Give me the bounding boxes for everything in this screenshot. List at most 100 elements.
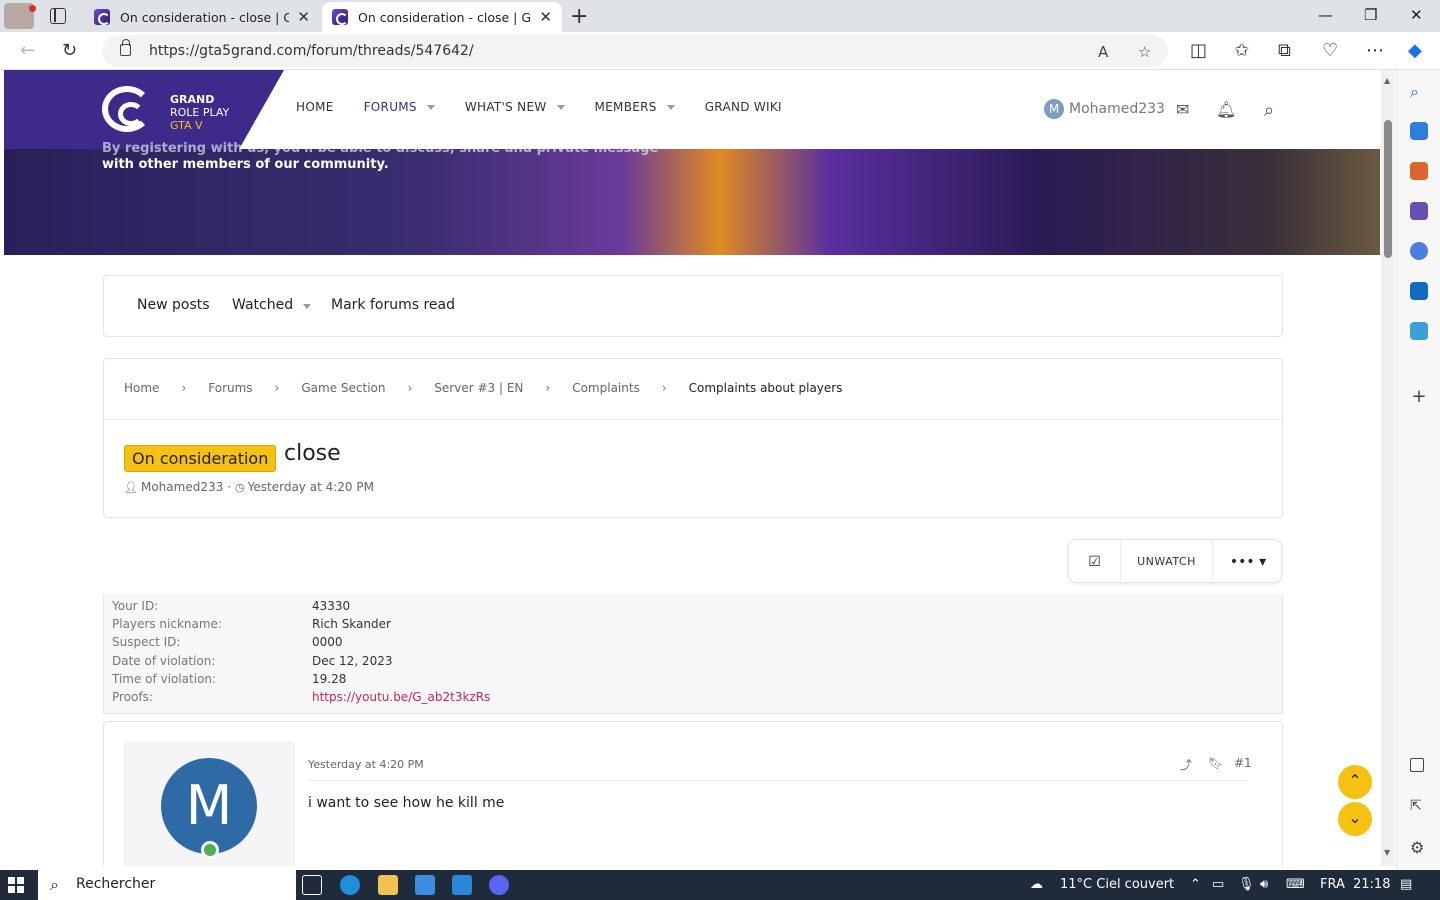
bookmark-icon[interactable]: 🔖︎ bbox=[1208, 756, 1223, 770]
send-icon[interactable] bbox=[1410, 322, 1428, 340]
post-date[interactable]: Yesterday at 4:20 PM bbox=[308, 758, 424, 771]
scroll-down-arrow-icon[interactable]: ▼ bbox=[1384, 848, 1390, 857]
nav-grand-wiki[interactable]: GRAND WIKI bbox=[705, 100, 782, 114]
proof-link[interactable]: https://youtu.be/G_ab2t3kzRs bbox=[312, 690, 712, 704]
nav-forums[interactable]: FORUMS bbox=[364, 100, 435, 114]
copilot-icon[interactable]: ◆ bbox=[1408, 40, 1422, 61]
microsoft-365-icon[interactable] bbox=[1410, 242, 1428, 260]
add-icon[interactable]: + bbox=[1410, 386, 1428, 407]
task-view-icon[interactable] bbox=[302, 875, 322, 895]
minimize-icon[interactable]: — bbox=[1318, 6, 1333, 24]
refresh-icon[interactable]: ↻ bbox=[62, 40, 77, 61]
nav-home[interactable]: HOME bbox=[296, 100, 334, 114]
chevron-down-icon[interactable] bbox=[666, 104, 675, 110]
weather-text[interactable]: 11°C Ciel couvert bbox=[1060, 877, 1174, 892]
profile-avatar[interactable] bbox=[4, 3, 36, 29]
nav-whats-new[interactable]: WHAT'S NEW bbox=[465, 100, 565, 114]
url-text[interactable]: https://gta5grand.com/forum/threads/5476… bbox=[149, 43, 474, 59]
mark-forums-read-link[interactable]: Mark forums read bbox=[331, 297, 455, 313]
search-icon[interactable]: ⌕ bbox=[1410, 82, 1428, 101]
new-tab-icon[interactable]: + bbox=[570, 4, 588, 29]
browser-tab[interactable]: On consideration - close | Grand ✕ bbox=[84, 2, 320, 32]
thread-author[interactable]: Mohamed233 bbox=[141, 480, 223, 494]
user-menu[interactable]: M Mohamed233 bbox=[1044, 99, 1165, 119]
breadcrumb-game-section[interactable]: Game Section bbox=[301, 381, 385, 395]
taskbar-search[interactable]: ⌕ Rechercher bbox=[38, 870, 296, 900]
nav-members[interactable]: MEMBERS bbox=[595, 100, 675, 114]
edge-icon[interactable] bbox=[340, 875, 360, 895]
breadcrumb-home[interactable]: Home bbox=[124, 381, 159, 395]
back-icon[interactable]: ← bbox=[20, 40, 35, 61]
favorites-icon[interactable]: ✩ bbox=[1234, 40, 1249, 61]
notifications-icon[interactable]: ▤ bbox=[1400, 877, 1412, 892]
avatar[interactable]: M bbox=[161, 758, 257, 854]
collections-icon[interactable]: ⧉ bbox=[1278, 40, 1291, 61]
clock[interactable]: 21:18 bbox=[1353, 877, 1390, 892]
scroll-top-button[interactable]: ⌃ bbox=[1338, 765, 1372, 799]
status-badge[interactable]: On consideration bbox=[124, 445, 277, 472]
nav-label: GRAND WIKI bbox=[704, 100, 782, 114]
tab-title: On consideration - close | Grand bbox=[120, 9, 290, 25]
field-value: 0000 bbox=[312, 635, 343, 649]
checkbox-icon[interactable]: ☑ bbox=[1069, 540, 1121, 584]
browser-essentials-icon[interactable]: ♡ bbox=[1322, 40, 1338, 61]
lock-icon[interactable] bbox=[120, 39, 131, 56]
games-icon[interactable] bbox=[1410, 202, 1428, 220]
chevron-down-icon[interactable] bbox=[303, 304, 312, 309]
close-tab-icon[interactable]: ✕ bbox=[297, 8, 310, 26]
scroll-up-arrow-icon[interactable]: ▲ bbox=[1384, 76, 1390, 85]
divider bbox=[104, 419, 1282, 420]
close-window-icon[interactable]: ✕ bbox=[1410, 6, 1423, 24]
page-scrollbar[interactable]: ▲ ▼ bbox=[1381, 70, 1395, 866]
chevron-down-icon[interactable] bbox=[426, 104, 435, 110]
outlook-icon[interactable] bbox=[1410, 282, 1428, 300]
new-posts-link[interactable]: New posts bbox=[137, 297, 210, 313]
more-options-icon[interactable]: ••• ▾ bbox=[1213, 540, 1283, 584]
post-number[interactable]: #1 bbox=[1234, 756, 1252, 770]
shopping-tag-icon[interactable] bbox=[1410, 122, 1428, 140]
field-value: 43330 bbox=[312, 599, 351, 613]
discord-icon[interactable] bbox=[489, 875, 509, 895]
logo-text[interactable]: GRAND ROLE PLAY GTA V bbox=[170, 93, 229, 132]
share-icon[interactable]: ⤴ bbox=[1180, 756, 1192, 773]
tab-actions-icon[interactable] bbox=[50, 8, 66, 24]
watched-link[interactable]: Watched bbox=[232, 297, 312, 313]
unwatch-button[interactable]: UNWATCH bbox=[1121, 540, 1213, 584]
read-aloud-icon[interactable]: A bbox=[1098, 43, 1108, 61]
keyboard-icon[interactable]: ⌨ bbox=[1286, 877, 1305, 892]
tools-icon[interactable] bbox=[1410, 162, 1428, 180]
scrollbar-thumb[interactable] bbox=[1384, 120, 1392, 258]
chevron-up-icon[interactable]: ⌃ bbox=[1190, 877, 1201, 892]
browser-tab-active[interactable]: On consideration - close | Grand ✕ bbox=[322, 2, 562, 32]
windows-start-icon[interactable] bbox=[8, 877, 24, 893]
search-icon[interactable]: ⌕ bbox=[1264, 100, 1274, 121]
breadcrumb: Home › Forums › Game Section › Server #3 | … bbox=[124, 381, 842, 395]
volume-icon[interactable]: 🔊︎ bbox=[1260, 877, 1268, 892]
breadcrumb-server[interactable]: Server #3 | EN bbox=[434, 381, 523, 395]
grand-logo-icon[interactable] bbox=[102, 86, 152, 132]
settings-more-icon[interactable]: ⋯ bbox=[1366, 40, 1384, 61]
scroll-bottom-button[interactable]: ⌄ bbox=[1338, 802, 1372, 836]
chevron-down-icon[interactable] bbox=[556, 104, 565, 110]
gear-icon[interactable]: ⚙ bbox=[1410, 838, 1428, 857]
mail-icon[interactable]: ✉ bbox=[1176, 100, 1189, 119]
close-tab-icon[interactable]: ✕ bbox=[539, 8, 552, 26]
file-explorer-icon[interactable] bbox=[378, 875, 398, 895]
language-indicator[interactable]: FRA bbox=[1320, 877, 1345, 892]
favorite-star-icon[interactable]: ☆ bbox=[1138, 43, 1151, 61]
sidebar-layout-icon[interactable] bbox=[1410, 758, 1424, 772]
bell-icon[interactable]: 🔔︎ bbox=[1216, 100, 1236, 119]
weather-icon[interactable]: ☁ bbox=[1030, 877, 1043, 892]
thread-date[interactable]: Yesterday at 4:20 PM bbox=[248, 480, 374, 494]
split-screen-icon[interactable]: ◫ bbox=[1190, 40, 1207, 61]
breadcrumb-forums[interactable]: Forums bbox=[208, 381, 252, 395]
store-icon[interactable] bbox=[415, 875, 435, 895]
breadcrumb-complaints[interactable]: Complaints bbox=[572, 381, 640, 395]
restore-icon[interactable]: ❐ bbox=[1364, 6, 1377, 24]
microphone-icon[interactable]: 🎙︎ bbox=[1238, 877, 1255, 892]
address-bar[interactable]: https://gta5grand.com/forum/threads/5476… bbox=[102, 35, 1168, 67]
mail-icon[interactable] bbox=[452, 875, 472, 895]
breadcrumb-complaints-players[interactable]: Complaints about players bbox=[689, 381, 843, 395]
network-icon[interactable]: ▭ bbox=[1212, 877, 1224, 892]
external-link-icon[interactable]: ⇱ bbox=[1410, 798, 1428, 816]
